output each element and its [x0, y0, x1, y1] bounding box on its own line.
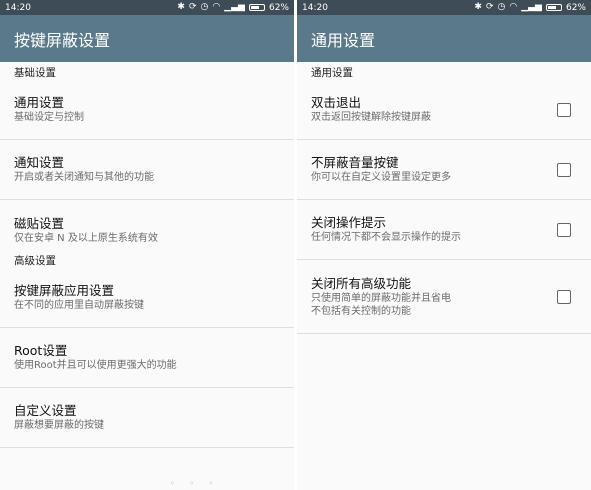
- sync-icon: ⟳: [188, 2, 197, 12]
- setting-disable-advanced[interactable]: 关闭所有高级功能 只使用简单的屏蔽功能并且省电 不包括有关控制的功能: [297, 260, 591, 334]
- settings-item-notification[interactable]: 通知设置 开启或者关闭通知与其他的功能: [0, 140, 294, 200]
- setting-disable-hints[interactable]: 关闭操作提示 任何情况下都不会显示操作的提示: [297, 200, 591, 260]
- bluetooth-icon: ✱: [177, 2, 185, 12]
- item-subtitle: 你可以在自定义设置里设定更多: [311, 172, 451, 183]
- wifi-icon: ◠: [509, 2, 518, 12]
- status-bar: 14:20 ✱ ⟳ ◷ ◠ ▁▃▅ 62%: [297, 0, 591, 15]
- sync-icon: ⟳: [485, 2, 494, 12]
- page-indicator-icon: ◦ ◦ ◦: [170, 479, 220, 488]
- item-subtitle: 双击返回按键解除按键屏蔽: [311, 112, 431, 123]
- status-icons: ✱ ⟳ ◷ ◠ ▁▃▅ 62%: [177, 3, 289, 13]
- status-time: 14:20: [302, 2, 328, 13]
- item-title: 通用设置: [14, 95, 65, 110]
- item-subtitle: 任何情况下都不会显示操作的提示: [311, 232, 461, 243]
- item-title: 自定义设置: [14, 403, 77, 418]
- app-bar: 通用设置: [297, 15, 591, 62]
- bluetooth-icon: ✱: [474, 2, 482, 12]
- wifi-icon: ◠: [212, 2, 221, 12]
- item-subtitle: 只使用简单的屏蔽功能并且省电: [311, 292, 451, 304]
- item-title: Root设置: [14, 343, 68, 358]
- item-title: 不屏蔽音量按键: [311, 155, 399, 170]
- item-title: 关闭操作提示: [311, 215, 387, 230]
- settings-item-app-block[interactable]: 按键屏蔽应用设置 在不同的应用里自动屏蔽按键: [0, 268, 294, 328]
- item-title: 通知设置: [14, 155, 65, 170]
- app-bar: 按键屏蔽设置: [0, 15, 294, 62]
- settings-item-general[interactable]: 通用设置 基础设定与控制: [0, 80, 294, 140]
- item-title: 关闭所有高级功能: [311, 275, 412, 291]
- disable-hints-checkbox[interactable]: [557, 222, 571, 237]
- item-title: 按键屏蔽应用设置: [14, 283, 115, 298]
- status-icons: ✱ ⟳ ◷ ◠ ▁▃▅ 62%: [474, 3, 586, 13]
- alarm-icon: ◷: [200, 2, 209, 12]
- battery-icon: [545, 4, 562, 11]
- item-subtitle: 在不同的应用里自动屏蔽按键: [14, 300, 144, 311]
- alarm-icon: ◷: [497, 2, 506, 12]
- item-subtitle: 基础设定与控制: [14, 112, 84, 123]
- battery-percent: 62%: [565, 2, 586, 13]
- item-subtitle: 使用Root并且可以使用更强大的功能: [14, 360, 177, 371]
- page-title: 按键屏蔽设置: [14, 30, 111, 50]
- double-click-exit-checkbox[interactable]: [557, 102, 571, 117]
- settings-item-root[interactable]: Root设置 使用Root并且可以使用更强大的功能: [0, 328, 294, 388]
- settings-item-custom[interactable]: 自定义设置 屏蔽想要屏蔽的按键: [0, 388, 294, 448]
- item-title: 磁贴设置: [14, 215, 65, 231]
- item-subtitle: 开启或者关闭通知与其他的功能: [14, 172, 154, 183]
- setting-no-block-volume[interactable]: 不屏蔽音量按键 你可以在自定义设置里设定更多: [297, 140, 591, 200]
- screen-key-block-settings: 14:20 ✱ ⟳ ◷ ◠ ▁▃▅ 62% 按键屏蔽设置 基础设置 通用设置 基…: [0, 0, 294, 490]
- signal-icon: ▁▃▅: [521, 2, 542, 12]
- setting-double-click-exit[interactable]: 双击退出 双击返回按键解除按键屏蔽: [297, 80, 591, 140]
- item-subtitle: 屏蔽想要屏蔽的按键: [14, 420, 104, 431]
- screen-general-settings: 14:20 ✱ ⟳ ◷ ◠ ▁▃▅ 62% 通用设置 通用设置 双击退出 双击返…: [297, 0, 591, 490]
- status-time: 14:20: [5, 2, 31, 13]
- item-title: 双击退出: [311, 95, 362, 110]
- item-subtitle-2: 不包括有关控制的功能: [311, 305, 411, 317]
- no-block-volume-checkbox[interactable]: [557, 162, 571, 177]
- item-subtitle: 仅在安卓 N 及以上原生系统有效: [14, 232, 158, 244]
- battery-percent: 62%: [268, 2, 289, 13]
- status-bar: 14:20 ✱ ⟳ ◷ ◠ ▁▃▅ 62%: [0, 0, 294, 15]
- disable-advanced-checkbox[interactable]: [557, 289, 571, 304]
- page-title: 通用设置: [311, 30, 376, 50]
- settings-item-tile[interactable]: 磁贴设置 仅在安卓 N 及以上原生系统有效: [0, 200, 294, 260]
- section-header-general: 通用设置: [311, 67, 353, 79]
- signal-icon: ▁▃▅: [224, 2, 245, 12]
- screens: 14:20 ✱ ⟳ ◷ ◠ ▁▃▅ 62% 按键屏蔽设置 基础设置 通用设置 基…: [0, 0, 591, 490]
- section-header-basic: 基础设置: [14, 67, 56, 79]
- battery-icon: [248, 4, 265, 11]
